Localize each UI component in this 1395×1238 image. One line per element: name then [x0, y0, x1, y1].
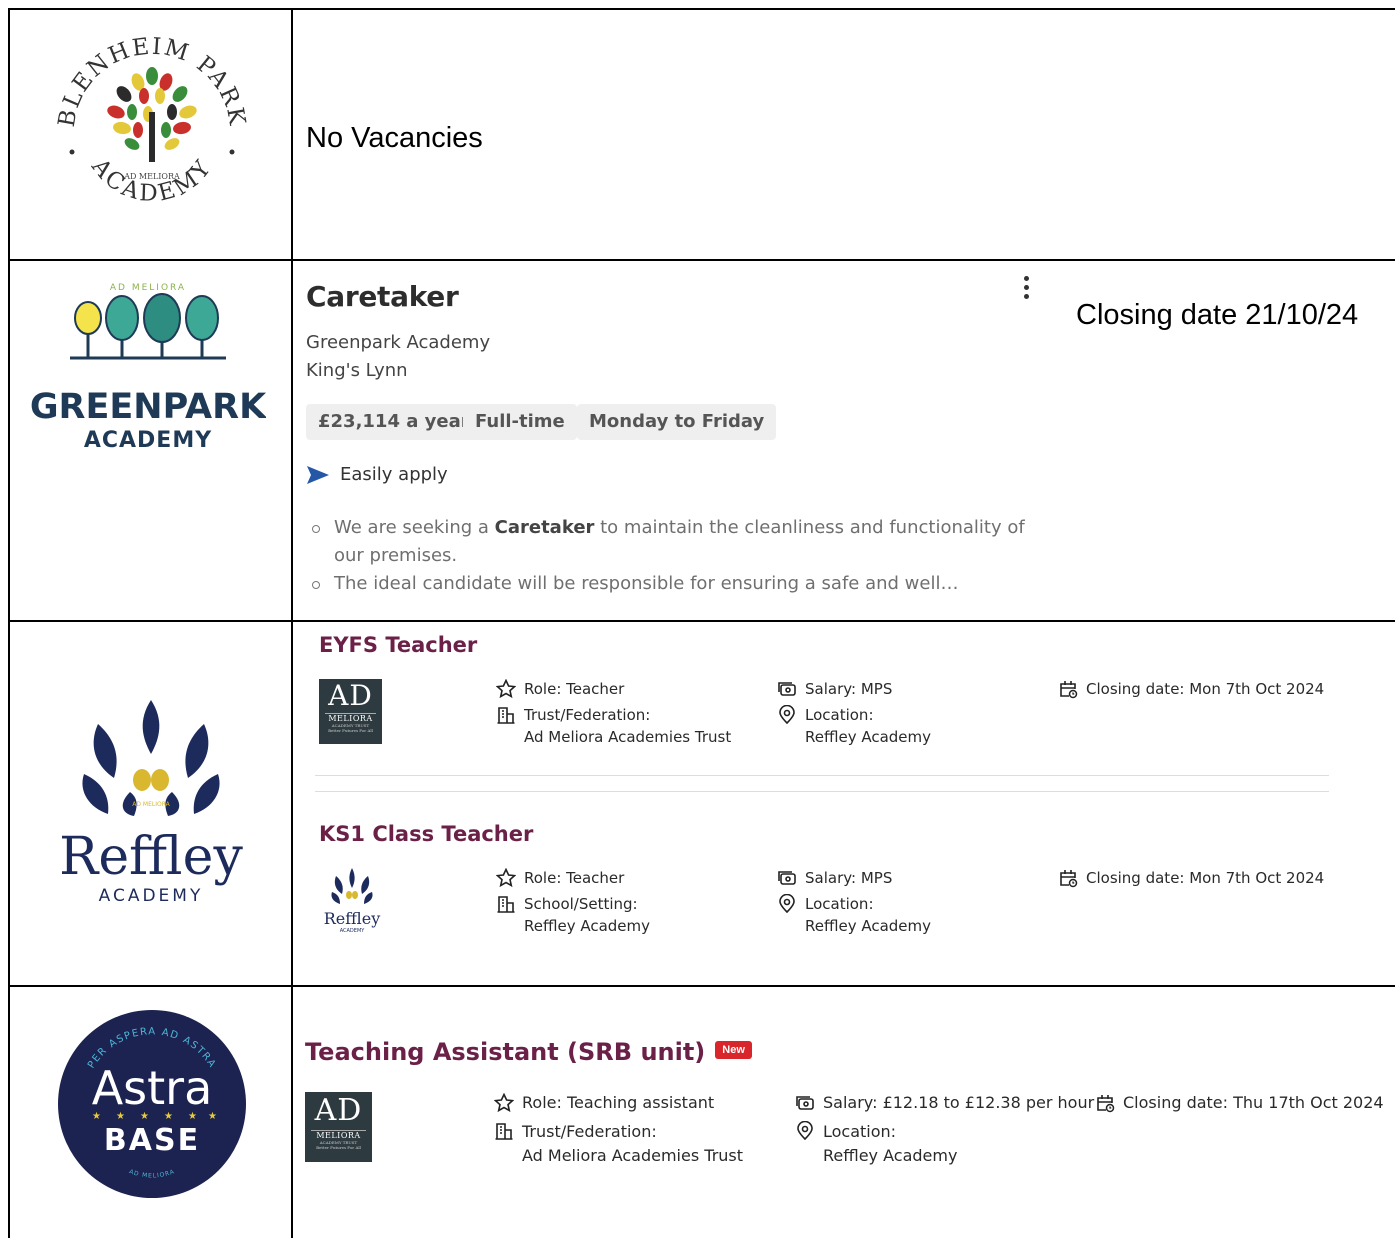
svg-text:Reffley: Reffley [324, 909, 381, 928]
svg-text:BASE: BASE [104, 1123, 200, 1158]
job-organisation: Trust/Federation: Ad Meliora Academies Tr… [494, 1120, 743, 1168]
table-column-divider [291, 8, 293, 1238]
job-organisation: Trust/Federation: Ad Meliora Academies Tr… [496, 704, 731, 748]
job-salary: Salary: £12.18 to £12.38 per hour [795, 1092, 1094, 1114]
svg-text:AD MELIORA: AD MELIORA [123, 172, 180, 181]
money-icon [778, 682, 796, 696]
building-icon [495, 1123, 513, 1140]
vacancy-status: No Vacancies [306, 122, 483, 154]
building-icon [497, 707, 515, 724]
svg-text:★: ★ [92, 1111, 101, 1122]
job-closing-date: Closing date: Thu 17th Oct 2024 [1095, 1092, 1384, 1114]
bullet-marker [312, 581, 320, 589]
table-border-left [8, 8, 10, 1238]
svg-text:★: ★ [140, 1111, 149, 1122]
svg-text:★: ★ [116, 1111, 125, 1122]
svg-text:★: ★ [164, 1111, 173, 1122]
location-pin-icon [797, 1121, 813, 1141]
listing-separator [315, 775, 1329, 776]
star-icon [494, 1093, 514, 1113]
closing-date: Closing date 21/10/24 [1076, 299, 1359, 331]
calendar-clock-icon [1060, 681, 1078, 699]
job-location: Location: Reffley Academy [777, 704, 931, 748]
job-salary: Salary: MPS [777, 678, 892, 700]
ad-meliora-trust-logo: AD MELIORA ACADEMY TRUST Better Futures … [305, 1092, 372, 1162]
job-organisation: School/Setting: Reffley Academy [496, 893, 650, 937]
job-title-eyfs-teacher[interactable]: EYFS Teacher [319, 633, 477, 657]
schedule-chip: Monday to Friday [577, 404, 777, 440]
star-icon [496, 679, 516, 699]
greenpark-academy-logo: AD MELIORA GREENPARK ACADEMY [30, 272, 268, 467]
job-closing-date: Closing date: Mon 7th Oct 2024 [1058, 867, 1324, 889]
new-badge: New [715, 1041, 752, 1059]
svg-text:★: ★ [208, 1111, 217, 1122]
bullet-marker [312, 525, 320, 533]
salary-chip: £23,114 a year [306, 404, 482, 440]
row-divider [8, 620, 1395, 622]
job-location: Location: Reffley Academy [777, 893, 931, 937]
money-icon [796, 1096, 814, 1110]
location-pin-icon [779, 894, 795, 914]
job-location: King's Lynn [306, 360, 408, 381]
job-closing-date: Closing date: Mon 7th Oct 2024 [1058, 678, 1324, 700]
job-title-caretaker[interactable]: Caretaker [306, 280, 459, 313]
job-role: Role: Teacher [496, 678, 624, 700]
svg-text:★: ★ [188, 1111, 197, 1122]
company-name: Greenpark Academy [306, 332, 491, 353]
location-pin-icon [779, 705, 795, 725]
svg-text:Astra: Astra [92, 1061, 213, 1115]
blenheim-park-logo: BLENHEIM PARK ACADEMY AD MELIORA [52, 24, 252, 229]
job-title-teaching-assistant[interactable]: Teaching Assistant (SRB unit) New [305, 1038, 752, 1066]
job-snippet-bullet: The ideal candidate will be responsible … [334, 573, 959, 594]
listing-separator [315, 791, 1329, 792]
svg-text:ACADEMY: ACADEMY [340, 928, 366, 934]
job-salary: Salary: MPS [777, 867, 892, 889]
job-role: Role: Teacher [496, 867, 624, 889]
astra-base-logo: PER ASPERA AD ASTRA Astra ★ ★ ★ ★ ★ ★ BASE AD… [56, 1006, 248, 1207]
job-snippet-bullet: We are seeking a Caretaker to maintain t… [334, 517, 1025, 566]
job-type-chip: Full-time [463, 404, 577, 440]
star-icon [496, 868, 516, 888]
svg-text:AD MELIORA: AD MELIORA [132, 801, 170, 808]
calendar-clock-icon [1060, 870, 1078, 888]
table-border-top [8, 8, 1395, 10]
send-arrow-icon [307, 465, 329, 484]
svg-text:GREENPARK: GREENPARK [30, 387, 266, 427]
job-title-ks1-class-teacher[interactable]: KS1 Class Teacher [319, 822, 533, 846]
svg-text:AD MELIORA: AD MELIORA [110, 283, 186, 293]
money-icon [778, 871, 796, 885]
easy-apply: Easily apply [306, 464, 448, 485]
svg-text:ACADEMY: ACADEMY [99, 886, 204, 906]
job-role: Role: Teaching assistant [494, 1092, 714, 1114]
reffley-small-logo: Reffley ACADEMY [318, 866, 386, 941]
row-divider [8, 259, 1395, 261]
svg-text:ACADEMY: ACADEMY [84, 428, 212, 453]
job-location: Location: Reffley Academy [795, 1120, 957, 1168]
row-divider [8, 985, 1395, 987]
easy-apply-label: Easily apply [340, 464, 448, 485]
ad-meliora-trust-logo: AD MELIORA ACADEMY TRUST Better Futures … [319, 679, 382, 744]
calendar-clock-icon [1097, 1095, 1115, 1113]
more-options-icon[interactable] [1024, 276, 1032, 303]
reffley-academy-logo: AD MELIORA Reffley ACADEMY [38, 696, 264, 921]
building-icon [497, 896, 515, 913]
vacancy-table: BLENHEIM PARK ACADEMY AD MELIORA No Vaca… [0, 0, 1395, 1238]
svg-text:Reffley: Reffley [59, 827, 243, 887]
